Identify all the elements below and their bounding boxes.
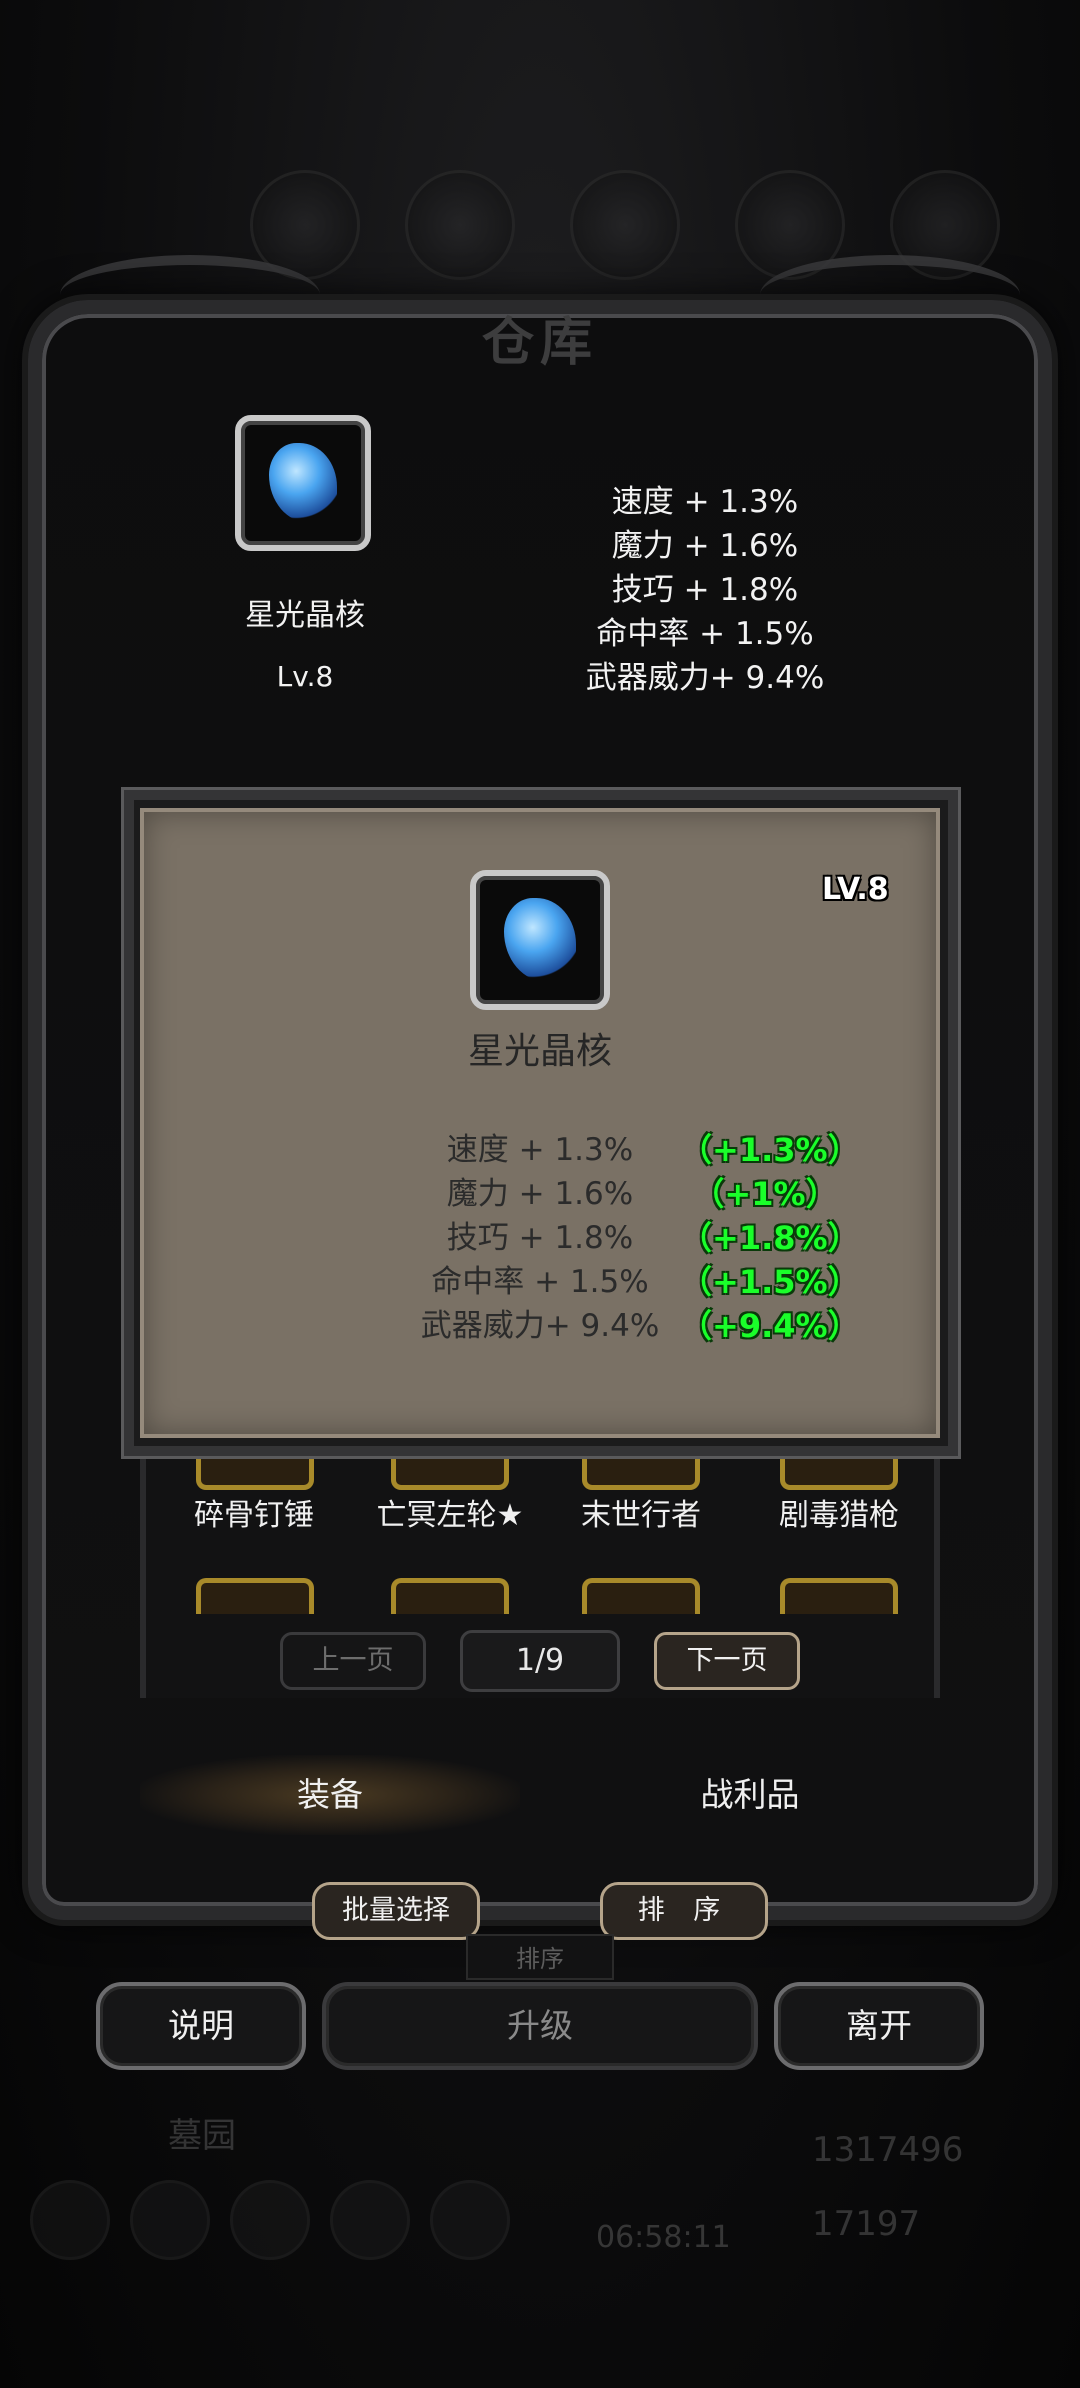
inventory-item-label: 碎骨钉锤: [194, 1498, 314, 1533]
crystal-shard-icon: [269, 443, 337, 523]
background-bottom-dock: 墓园 06:58:11 1317496 17197: [0, 2100, 1080, 2388]
popup-item-icon: [470, 870, 610, 1010]
inventory-item-label: 亡冥左轮★: [376, 1498, 524, 1533]
leave-button[interactable]: 离开: [774, 1982, 984, 2070]
selected-item-icon[interactable]: [235, 415, 371, 551]
bg-menu-icon-3: [570, 170, 680, 280]
bonus-value: （+1%）: [692, 1175, 838, 1213]
bg-dock-icon: [30, 2180, 110, 2260]
bonus-value: （+1.3%）: [680, 1131, 860, 1169]
stat-line: 武器威力+ 9.4%: [585, 660, 825, 696]
tab-equipment[interactable]: 装备: [140, 1755, 520, 1835]
sort-button[interactable]: 排 序: [600, 1882, 768, 1940]
popup-bonuses: （+1.3%） （+1%） （+1.8%） （+1.5%） （+9.4%）: [680, 1128, 860, 1348]
bg-menu-icon-2: [405, 170, 515, 280]
stat-line: 技巧 + 1.8%: [446, 1220, 634, 1256]
category-tabs: 装备 战利品: [140, 1755, 940, 1835]
selected-item-level: Lv.8: [276, 660, 334, 693]
inventory-slot[interactable]: [780, 1578, 898, 1614]
bg-gold-count: 1317496: [812, 2130, 964, 2170]
upgrade-button[interactable]: 升级: [322, 1982, 758, 2070]
popup-item-name: 星光晶核: [467, 1031, 612, 1072]
stat-line: 武器威力+ 9.4%: [420, 1308, 660, 1344]
prev-page-button[interactable]: 上一页: [280, 1632, 426, 1690]
background-sort-label: 排序: [466, 1934, 614, 1980]
stat-line: 技巧 + 1.8%: [611, 572, 799, 608]
tab-loot[interactable]: 战利品: [560, 1755, 940, 1835]
stat-line: 速度 + 1.3%: [446, 1132, 634, 1168]
stat-line: 速度 + 1.3%: [611, 484, 799, 520]
bg-timer: 06:58:11: [596, 2220, 731, 2255]
next-page-button[interactable]: 下一页: [654, 1632, 800, 1690]
stat-line: 魔力 + 1.6%: [611, 528, 799, 564]
bonus-value: （+9.4%）: [680, 1307, 860, 1345]
bg-dock-icon: [130, 2180, 210, 2260]
stat-line: 命中率 + 1.5%: [596, 616, 814, 652]
selected-item-stats: 速度 + 1.3% 魔力 + 1.6% 技巧 + 1.8% 命中率 + 1.5%…: [560, 480, 850, 700]
bg-location-label: 墓园: [168, 2116, 236, 2156]
info-button[interactable]: 说明: [96, 1982, 306, 2070]
inventory-slot[interactable]: [391, 1578, 509, 1614]
stat-line: 魔力 + 1.6%: [446, 1176, 634, 1212]
selected-item-name: 星光晶核: [245, 598, 365, 633]
frame-title: 仓库: [481, 313, 598, 373]
inventory-item-label: 末世行者: [581, 1498, 701, 1533]
batch-select-button[interactable]: 批量选择: [312, 1882, 480, 1940]
bg-dock-icon: [230, 2180, 310, 2260]
popup-stats: 速度 + 1.3% 魔力 + 1.6% 技巧 + 1.8% 命中率 + 1.5%…: [400, 1128, 680, 1348]
popup-level: LV.8: [822, 872, 889, 907]
bg-dock-icon: [430, 2180, 510, 2260]
inventory-item-label: 剧毒猎枪: [779, 1498, 899, 1533]
stat-line: 命中率 + 1.5%: [431, 1264, 649, 1300]
crystal-shard-icon: [504, 898, 576, 982]
inventory-slot[interactable]: [196, 1578, 314, 1614]
bg-dock-icon: [330, 2180, 410, 2260]
inventory-slot[interactable]: [582, 1578, 700, 1614]
bg-gem-count: 17197: [812, 2204, 921, 2244]
bonus-value: （+1.8%）: [680, 1219, 860, 1257]
page-indicator: 1/9: [460, 1630, 620, 1692]
bonus-value: （+1.5%）: [680, 1263, 860, 1301]
